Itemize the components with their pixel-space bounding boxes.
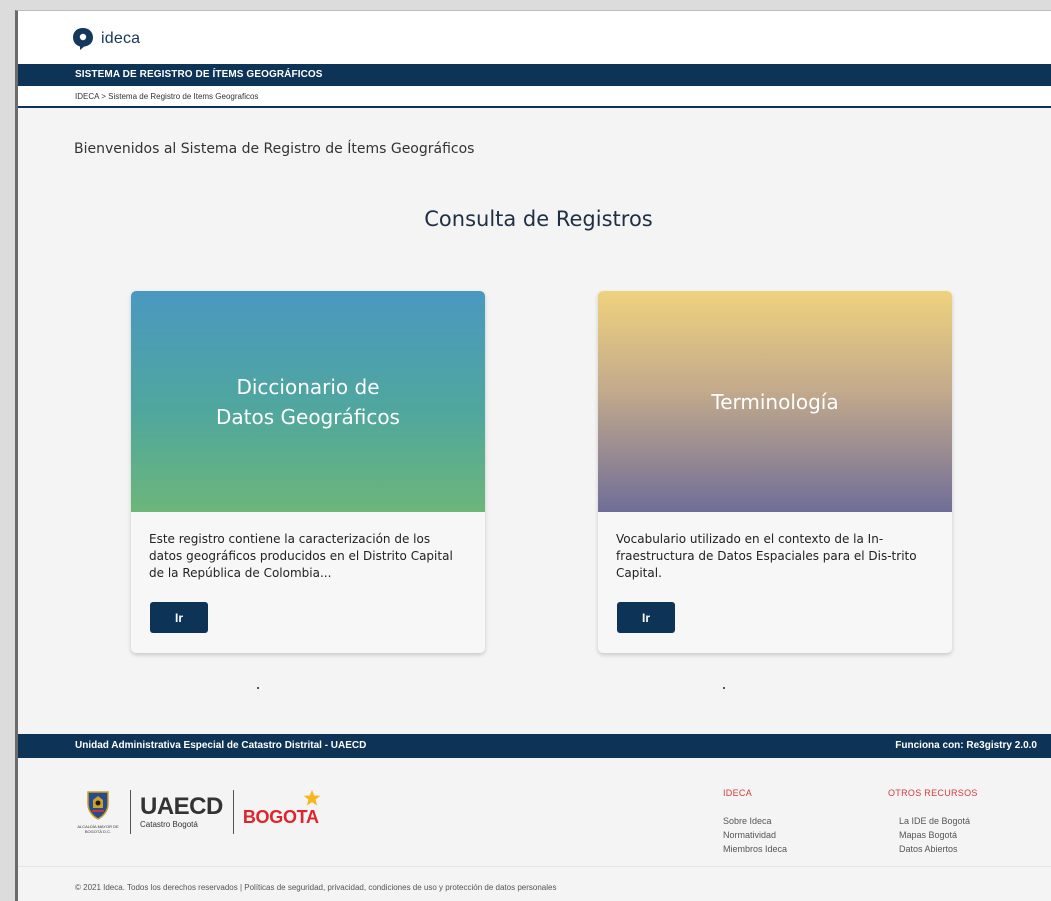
decorative-dot — [257, 687, 259, 689]
alcaldia-label: ALCALDÍA MAYOR DE BOGOTÁ D.C. — [77, 824, 119, 834]
footer-divider — [18, 866, 1051, 867]
footer-logos: ALCALDÍA MAYOR DE BOGOTÁ D.C. UAECD Cata… — [76, 788, 320, 836]
footer-powered-by[interactable]: Funciona con: Re3gistry 2.0.0 — [895, 740, 1037, 751]
system-title: SISTEMA DE REGISTRO DE ÍTEMS GEOGRÁFICOS — [75, 69, 323, 80]
bogota-logo[interactable]: BOGOTA — [242, 789, 320, 828]
logo-text: ideca — [101, 30, 141, 47]
ideca-logo[interactable]: ideca — [71, 27, 140, 51]
breadcrumb-bar: IDECA > Sistema de Registro de Items Geo… — [18, 86, 1051, 108]
uaecd-logo-text: UAECD — [140, 793, 223, 820]
alcaldia-logo[interactable]: ALCALDÍA MAYOR DE BOGOTÁ D.C. — [76, 788, 120, 836]
footer-body: ALCALDÍA MAYOR DE BOGOTÁ D.C. UAECD Cata… — [18, 758, 1051, 866]
footer-org: Unidad Administrativa Especial de Catast… — [75, 740, 367, 751]
page-title: Consulta de Registros — [424, 207, 653, 231]
breadcrumb[interactable]: IDECA > Sistema de Registro de Items Geo… — [75, 92, 258, 101]
card-diccionario[interactable]: Diccionario de Datos Geográficos Este re… — [131, 291, 485, 653]
uaecd-logo-subtext: Catastro Bogotá — [140, 820, 198, 829]
footer-link-miembros[interactable]: Miembros Ideca — [723, 844, 787, 854]
footer-link-normatividad[interactable]: Normatividad — [723, 830, 776, 840]
bogota-logo-text: BOGOTA — [242, 806, 319, 827]
ideca-logo-icon — [73, 28, 93, 50]
footer-col-title-otros-recursos: OTROS RECURSOS — [888, 788, 978, 798]
footer-link-sobre-ideca[interactable]: Sobre Ideca — [723, 816, 772, 826]
star-icon — [303, 789, 320, 805]
top-header: ideca — [18, 11, 1051, 64]
footer-link-mapas-bogota[interactable]: Mapas Bogotá — [899, 830, 957, 840]
card-description: Vocabulario utilizado en el contexto de … — [616, 532, 917, 580]
uaecd-logo[interactable]: UAECD Catastro Bogotá — [140, 795, 223, 829]
decorative-dot — [723, 687, 725, 689]
card-hero: Terminología — [598, 291, 952, 512]
shield-icon — [87, 791, 109, 820]
go-button-diccionario[interactable]: Ir — [150, 602, 208, 633]
card-description: Este registro contiene la caracterizació… — [149, 532, 453, 580]
footer-bar: Unidad Administrativa Especial de Catast… — [18, 734, 1051, 758]
card-terminologia[interactable]: Terminología Vocabulario utilizado en el… — [598, 291, 952, 653]
card-title: Terminología — [711, 389, 839, 414]
page-frame: ideca SISTEMA DE REGISTRO DE ÍTEMS GEOGR… — [15, 10, 1051, 901]
system-title-bar: SISTEMA DE REGISTRO DE ÍTEMS GEOGRÁFICOS — [18, 64, 1051, 86]
footer-link-datos-abiertos[interactable]: Datos Abiertos — [899, 844, 958, 854]
card-hero: Diccionario de Datos Geográficos — [131, 291, 485, 512]
logo-divider — [130, 790, 131, 834]
welcome-text: Bienvenidos al Sistema de Registro de Ít… — [74, 141, 475, 157]
footer-col-title-ideca: IDECA — [723, 788, 753, 798]
go-button-terminologia[interactable]: Ir — [617, 602, 675, 633]
card-title: Diccionario de Datos Geográficos — [216, 374, 400, 429]
footer-link-ide-bogota[interactable]: La IDE de Bogotá — [899, 816, 970, 826]
copyright-text[interactable]: © 2021 Ideca. Todos los derechos reserva… — [75, 883, 556, 892]
logo-divider — [232, 790, 234, 834]
